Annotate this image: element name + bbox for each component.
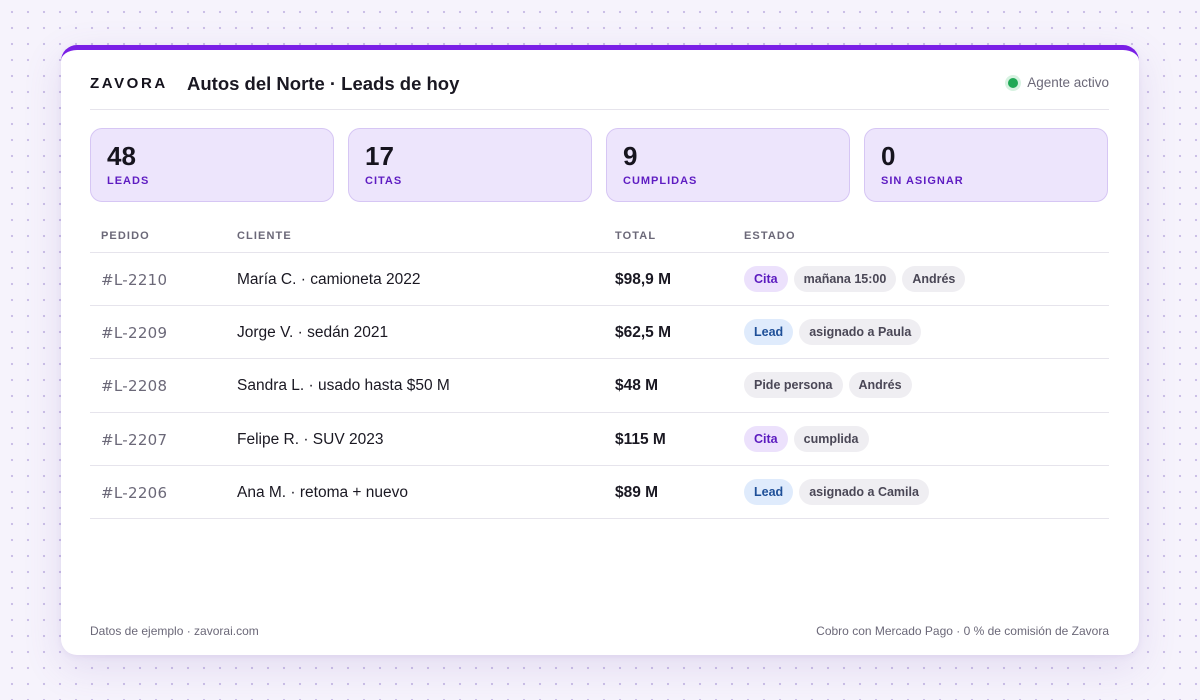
status-badge: Lead [744, 478, 794, 505]
status-tags: Cita mañana 15:00 Andrés [744, 266, 971, 292]
stat-label: LEADS [107, 175, 150, 187]
stat-label: CUMPLIDAS [623, 175, 698, 187]
agent-status: Agente activo [1008, 75, 1109, 90]
table-body: #L-2210 María C. · camioneta 2022 $98,9 M C… [90, 253, 1109, 519]
stat-label: CITAS [365, 175, 403, 187]
column-header-pedido[interactable]: PEDIDO [101, 230, 150, 242]
column-header-estado[interactable]: ESTADO [744, 230, 796, 242]
status-badge: Cita [744, 266, 788, 292]
client-name: María C. · camioneta 2022 [237, 271, 421, 288]
order-total: $98,9 M [615, 271, 672, 288]
status-badge: Lead [744, 319, 794, 346]
stat-sin-asignar[interactable]: 0 SIN ASIGNAR [864, 128, 1108, 202]
zavora-logo[interactable]: ZAVORA [90, 75, 168, 92]
column-header-cliente[interactable]: CLIENTE [237, 230, 292, 242]
status-badge: Pide persona [744, 372, 843, 399]
stat-value: 0 [881, 141, 896, 171]
table-row[interactable]: #L-2207 Felipe R. · SUV 2023 $115 M Cita cum… [90, 413, 1109, 466]
stat-citas[interactable]: 17 CITAS [348, 128, 592, 202]
column-header-total[interactable]: TOTAL [615, 230, 656, 242]
order-id: #L-2206 [101, 483, 168, 502]
leads-card: ZAVORA Autos del Norte · Leads de hoy Ag… [61, 45, 1139, 655]
status-badge: Andrés [848, 372, 912, 399]
status-tags: Pide persona Andrés [744, 372, 918, 399]
order-id: #L-2210 [101, 271, 168, 289]
page-title: Autos del Norte · Leads de hoy [187, 73, 460, 94]
client-name: Jorge V. · sedán 2021 [237, 324, 389, 342]
leads-table: PEDIDO CLIENTE TOTAL ESTADO #L-2210 María… [90, 215, 1109, 519]
table-row[interactable]: #L-2209 Jorge V. · sedán 2021 $62,5 M Lead a… [90, 306, 1109, 360]
order-id: #L-2209 [101, 324, 168, 343]
status-badge: mañana 15:00 [793, 266, 897, 292]
stat-leads[interactable]: 48 LEADS [90, 128, 334, 202]
client-name: Felipe R. · SUV 2023 [237, 430, 384, 448]
status-tags: Lead asignado a Paula [744, 319, 927, 346]
order-id: #L-2208 [101, 377, 168, 396]
stat-value: 17 [365, 141, 394, 171]
table-row[interactable]: #L-2206 Ana M. · retoma + nuevo $89 M Lead a… [90, 466, 1109, 519]
status-dot-icon [1008, 77, 1019, 88]
status-tags: Cita cumplida [744, 425, 875, 452]
table-row[interactable]: #L-2210 María C. · camioneta 2022 $98,9 M C… [90, 253, 1109, 307]
status-badge: asignado a Paula [799, 319, 922, 346]
stats-row: 48 LEADS 17 CITAS 9 CUMPLIDAS 0 SIN ASIG… [90, 128, 1109, 202]
status-badge: asignado a Camila [799, 478, 929, 505]
table-header: PEDIDO CLIENTE TOTAL ESTADO [90, 215, 1109, 253]
table-row[interactable]: #L-2208 Sandra L. · usado hasta $50 M $48 … [90, 359, 1109, 413]
client-name: Sandra L. · usado hasta $50 M [237, 377, 450, 395]
stat-value: 9 [623, 141, 638, 171]
client-name: Ana M. · retoma + nuevo [237, 483, 409, 501]
status-tags: Lead asignado a Camila [744, 478, 935, 505]
stat-label: SIN ASIGNAR [881, 175, 964, 187]
status-badge: Andrés [902, 266, 966, 292]
order-total: $89 M [615, 483, 659, 501]
order-total: $48 M [615, 377, 659, 395]
status-badge: Cita [744, 425, 788, 452]
order-id: #L-2207 [101, 430, 168, 449]
stat-value: 48 [107, 141, 136, 171]
stat-cumplidas[interactable]: 9 CUMPLIDAS [606, 128, 850, 202]
footer-sample-note: Datos de ejemplo · zavorai.com [90, 624, 259, 638]
order-total: $115 M [615, 430, 666, 448]
status-badge: cumplida [793, 425, 869, 452]
footer-payment-note: Cobro con Mercado Pago · 0 % de comisión… [816, 624, 1109, 638]
agent-status-label: Agente activo [1027, 75, 1109, 90]
order-total: $62,5 M [615, 324, 672, 342]
card-header: ZAVORA Autos del Norte · Leads de hoy Ag… [90, 50, 1109, 110]
